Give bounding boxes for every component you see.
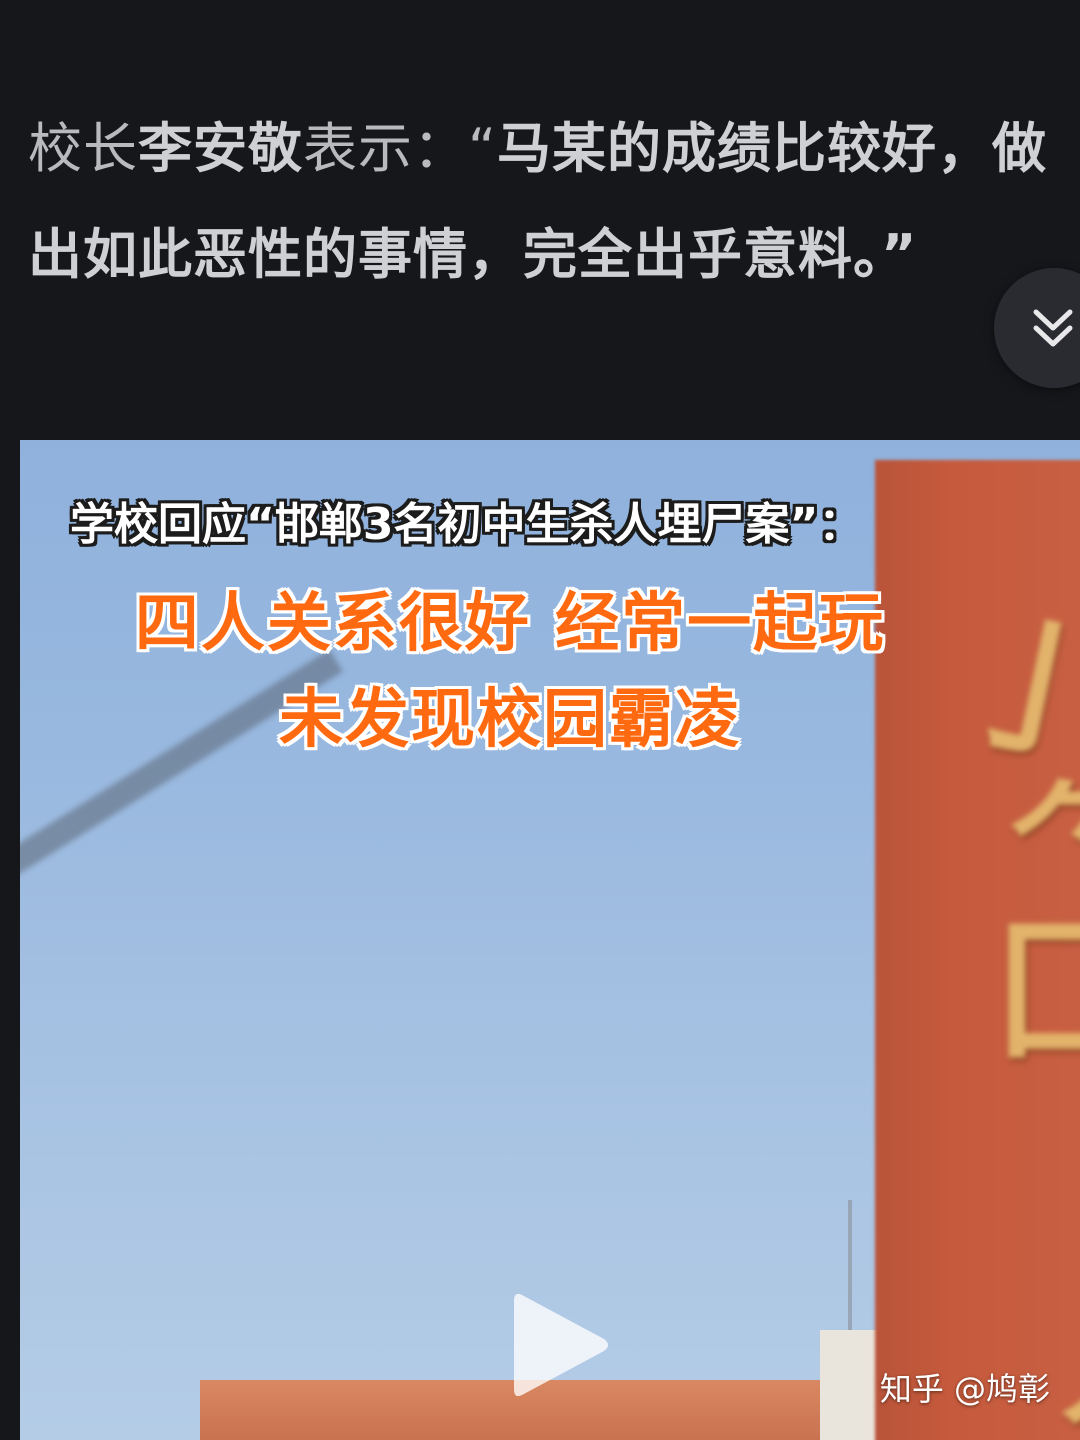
quote-segment: 校长 [28,117,138,180]
answer-page: 校长李安敬表示：“马某的成绩比较好，做 出如此恶性的事情，完全出乎意料。” ⼅ … [0,0,1080,1440]
quote-segment: 李安敬 [138,117,303,180]
quote-segment: 表示：“ [303,117,497,180]
zhihu-watermark: 知乎 @鸠彰 [879,1370,1050,1408]
video-headline-1: 四人关系很好 经常一起玩 [134,587,886,661]
double-chevron-down-icon [1033,309,1073,347]
quote-text: 校长李安敬表示：“马某的成绩比较好，做 出如此恶性的事情，完全出乎意料。” [28,96,1080,308]
quote-line-2: 出如此恶性的事情，完全出乎意料。” [28,202,1080,308]
play-icon[interactable] [508,1285,612,1405]
quote-line-1: 校长李安敬表示：“马某的成绩比较好，做 [28,96,1080,202]
wall-sign-fragment: ⼃ [1035,1250,1080,1440]
video-player[interactable]: ⼅ ⺈ ⼞ ⼁⼁ ⼃ 学校回应“邯郸3名初中生杀人埋尸案”： 四人关系很好 经常… [20,440,1080,1440]
video-caption-title: 学校回应“邯郸3名初中生杀人埋尸案”： [70,499,863,550]
video-headline-2: 未发现校园霸凌 [279,683,741,757]
quote-segment: 出如此恶性的事情，完全出乎意料。” [28,223,918,286]
quote-segment: 马某的成绩比较好，做 [496,117,1047,180]
wall-sign-fragment: ⼞ [995,903,1080,1079]
